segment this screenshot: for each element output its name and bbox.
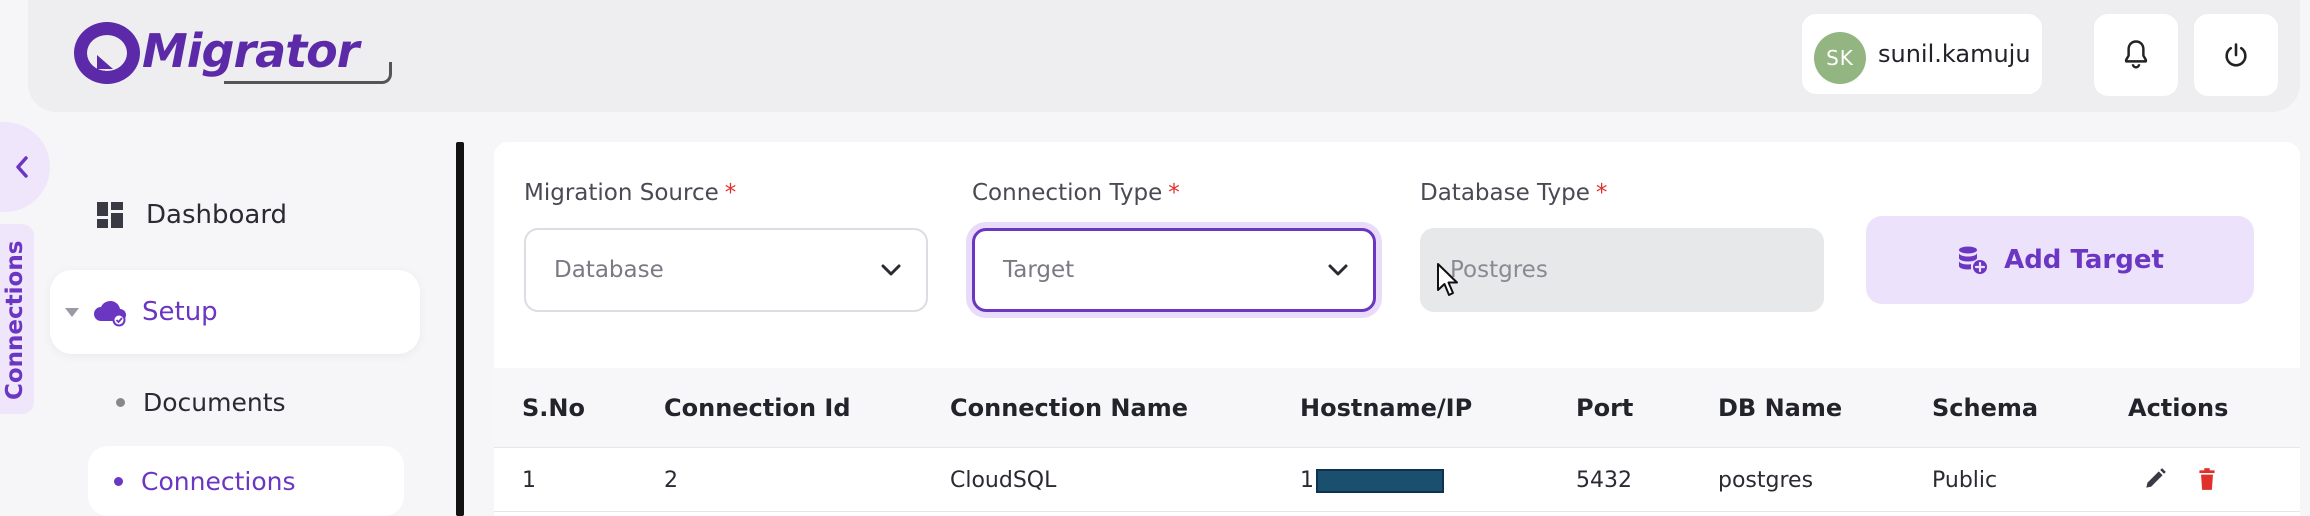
sidebar-collapse-button[interactable] (0, 122, 50, 212)
cell-port: 5432 (1576, 468, 1632, 493)
sidebar-divider (456, 142, 464, 516)
power-icon (2225, 43, 2247, 67)
bell-icon (2124, 40, 2148, 69)
logo-mark (74, 22, 140, 84)
add-database-icon (1959, 246, 1988, 274)
connection-type-select[interactable]: Target (972, 228, 1376, 312)
sidebar-subitem-label: Connections (141, 466, 296, 496)
logo-underline (224, 62, 392, 84)
cell-connection-id: 2 (664, 468, 678, 493)
user-menu[interactable]: SK sunil.kamuju (1802, 14, 2042, 94)
redacted-block (1316, 469, 1444, 493)
cloud-settings-icon (94, 300, 126, 327)
vertical-tab-label: Connections (2, 240, 28, 400)
connections-vertical-tab[interactable]: Connections (0, 224, 34, 414)
app-logo[interactable]: Migrator (74, 18, 392, 86)
bullet-icon (114, 476, 123, 486)
sidebar-subitem-label: Documents (143, 388, 286, 417)
chevron-left-icon (16, 156, 28, 178)
sidebar-subitem-documents[interactable]: Documents (116, 388, 286, 417)
sidebar-item-label: Dashboard (146, 200, 288, 230)
add-target-label: Add Target (2004, 245, 2164, 275)
mouse-cursor-icon (1437, 263, 1458, 296)
database-type-field: Postgres (1420, 228, 1824, 312)
username: sunil.kamuju (1878, 40, 2031, 68)
connection-type-value: Target (1003, 257, 1075, 283)
sidebar-subitem-connections[interactable]: Connections (88, 446, 404, 516)
notifications-button[interactable] (2094, 14, 2178, 96)
migration-source-value: Database (554, 257, 664, 283)
avatar: SK (1814, 32, 1866, 84)
chevron-down-icon (1328, 264, 1348, 276)
cell-connection-name: CloudSQL (950, 468, 1057, 493)
database-type-label: Database Type * (1420, 180, 1608, 206)
sidebar-item-label: Setup (142, 297, 218, 327)
main-panel: Migration Source * Database Connection Ty… (494, 142, 2300, 516)
hostname-visible-prefix: 1 (1300, 468, 1314, 493)
cell-sno: 1 (522, 468, 536, 493)
cell-db-name: postgres (1718, 468, 1814, 493)
logout-button[interactable] (2194, 14, 2278, 96)
app-page: Migrator SK sunil.kamuju Connections Das… (0, 0, 2310, 516)
database-type-value: Postgres (1450, 257, 1548, 283)
connection-type-label: Connection Type * (972, 180, 1180, 206)
migration-source-select[interactable]: Database (524, 228, 928, 312)
top-header: Migrator SK sunil.kamuju (28, 0, 2300, 112)
edit-icon[interactable] (2142, 466, 2168, 492)
table-row: 1 2 CloudSQL 1 5432 postgres Public (494, 448, 2300, 512)
connections-table-header: S.No Connection Id Connection Name Hostn… (494, 368, 2300, 448)
caret-down-icon (65, 308, 79, 317)
column-header-port[interactable]: Port (1576, 394, 1633, 422)
column-header-db-name[interactable]: DB Name (1718, 394, 1842, 422)
column-header-schema[interactable]: Schema (1932, 394, 2038, 422)
column-header-connection-name[interactable]: Connection Name (950, 394, 1188, 422)
chevron-down-icon (881, 264, 901, 276)
add-target-button[interactable]: Add Target (1866, 216, 2254, 304)
delete-icon[interactable] (2194, 466, 2220, 492)
migration-source-label: Migration Source * (524, 180, 737, 206)
dashboard-icon (97, 202, 123, 228)
sidebar-item-dashboard[interactable]: Dashboard (96, 200, 287, 230)
sidebar-item-setup[interactable]: Setup (50, 270, 420, 354)
column-header-hostname[interactable]: Hostname/IP (1300, 394, 1472, 422)
bullet-icon (116, 398, 125, 407)
column-header-actions: Actions (2128, 394, 2229, 422)
column-header-sno[interactable]: S.No (522, 394, 585, 422)
cell-hostname: 1 (1300, 468, 1444, 493)
column-header-connection-id[interactable]: Connection Id (664, 394, 851, 422)
cell-schema: Public (1932, 468, 1998, 493)
